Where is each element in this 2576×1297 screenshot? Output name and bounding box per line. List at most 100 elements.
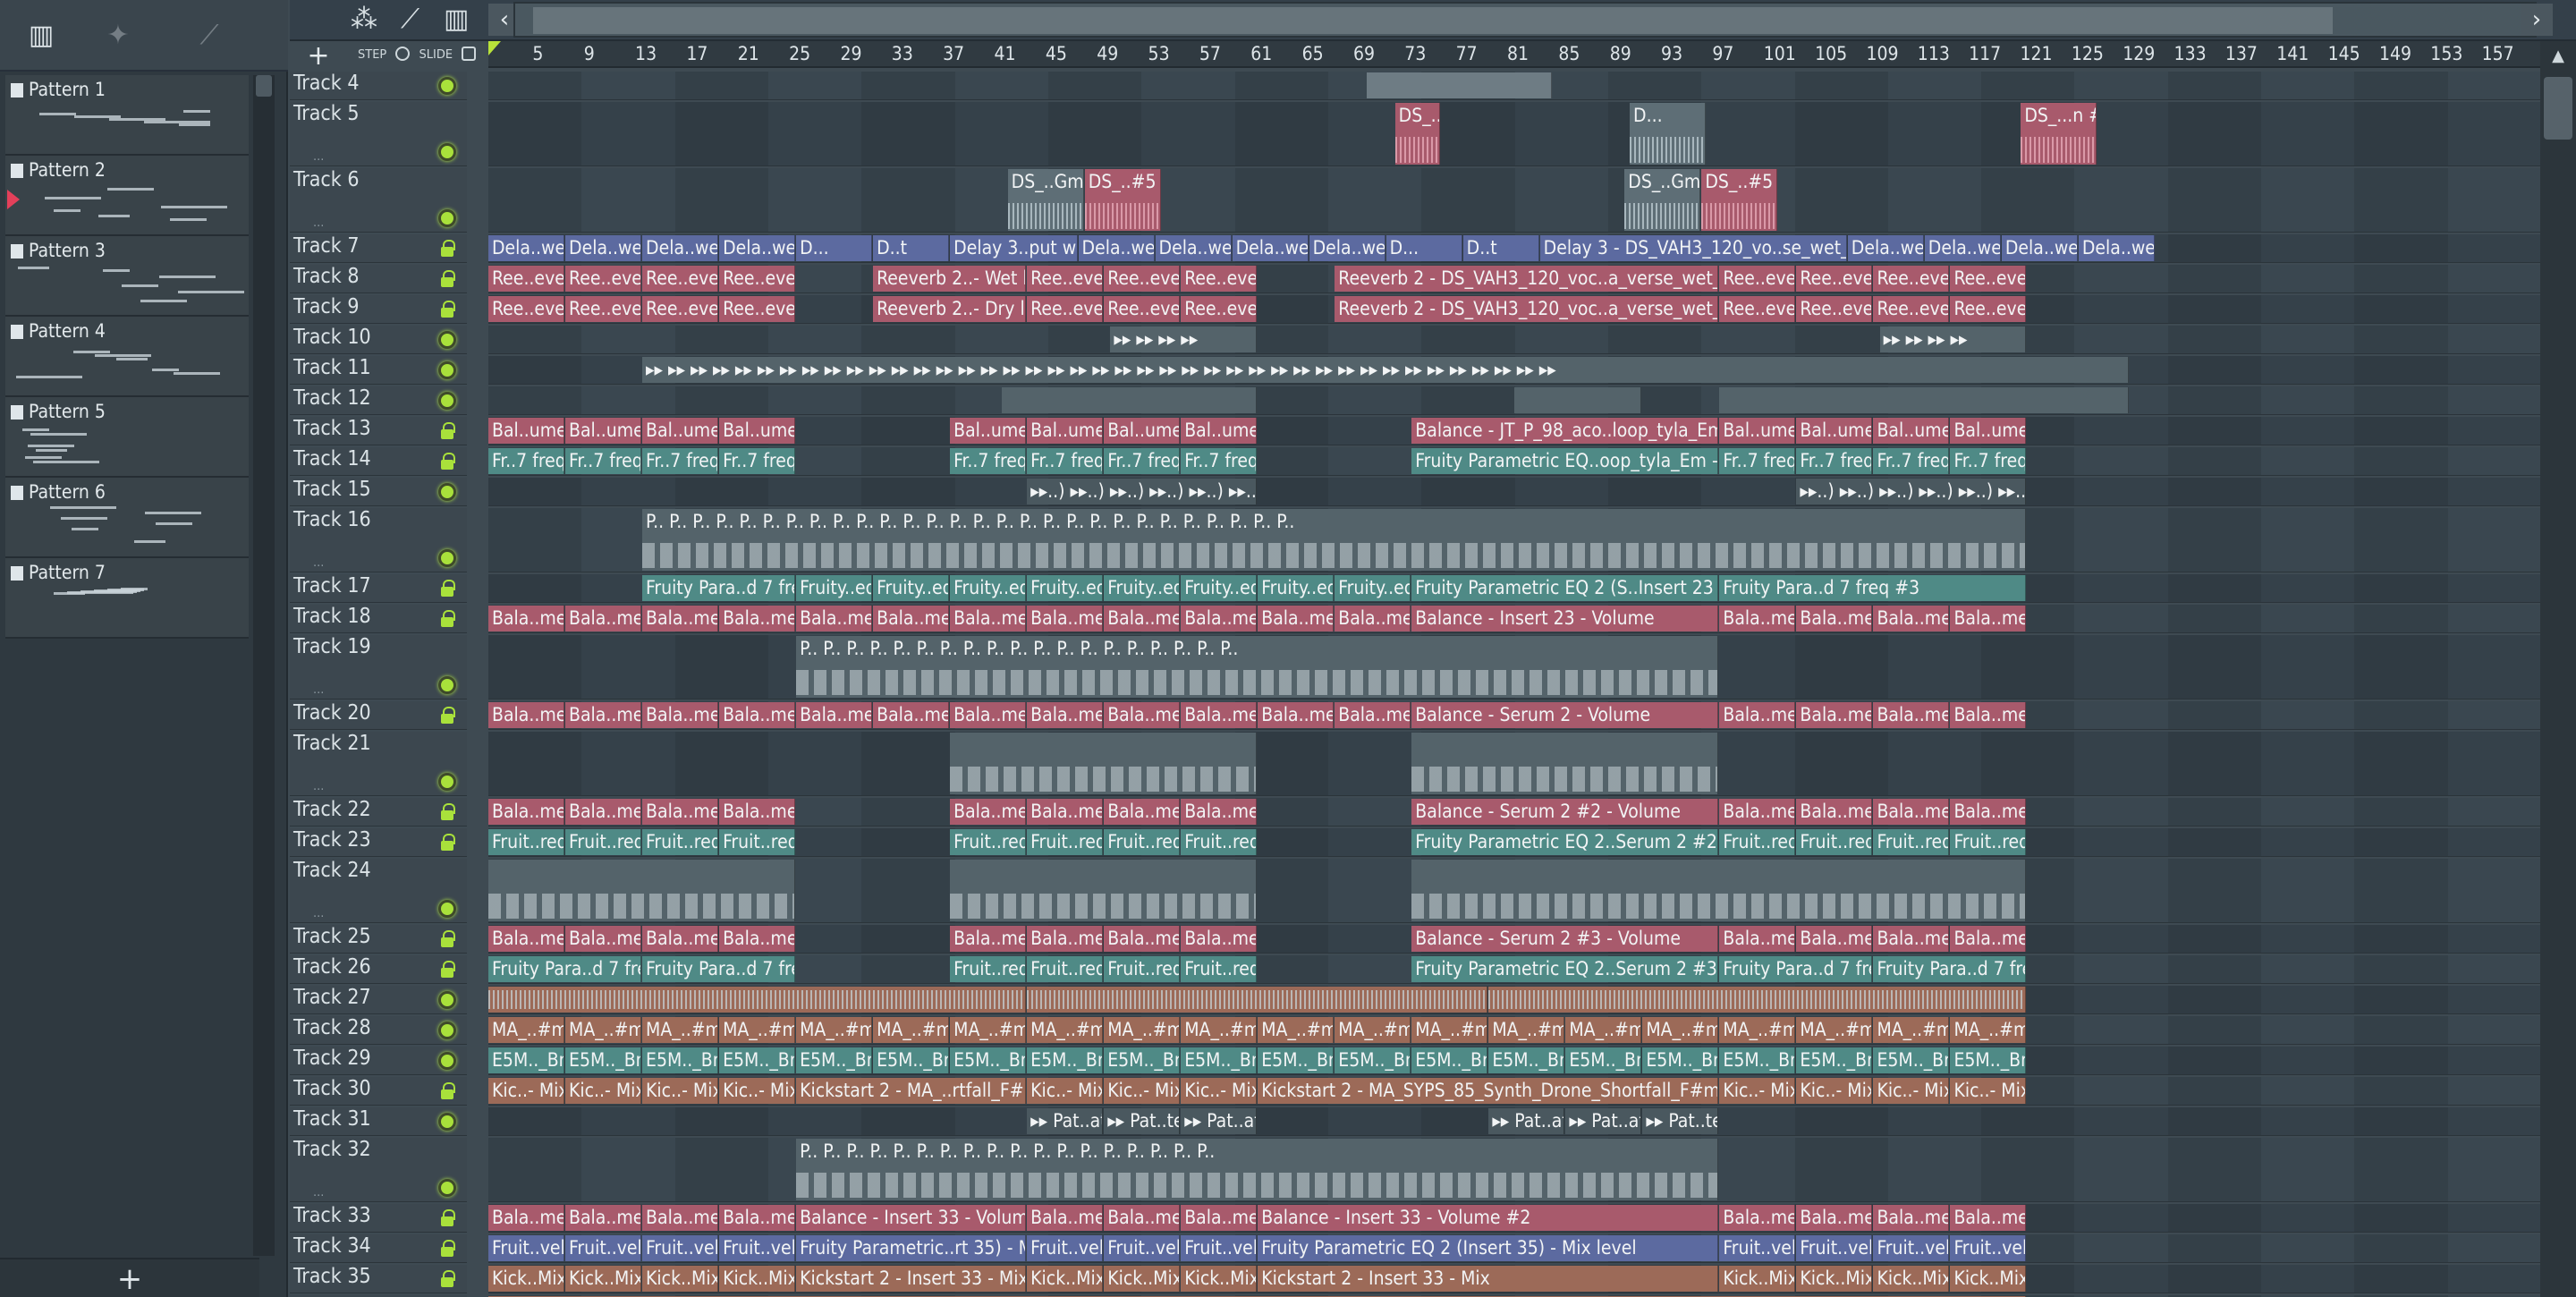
playlist-clip[interactable]: Fruit..vel (642, 1235, 719, 1261)
playlist-clip[interactable]: E5M.._Bm (1796, 1047, 1873, 1073)
playlist-clip[interactable]: MA_..#m (1488, 1017, 1565, 1043)
playlist-clip[interactable]: Ree..evel (1796, 296, 1873, 322)
playlist-clip[interactable]: Dela..wet (2078, 235, 2155, 261)
playlist-clip[interactable]: DS_..#5 (1084, 169, 1161, 231)
track-header[interactable]: Track 26 (290, 955, 467, 984)
playlist-clip[interactable]: ▸▸ ▸▸ ▸▸ ▸▸ (1110, 326, 1258, 352)
playlist-clip[interactable]: Ree..evel (488, 266, 565, 292)
playlist-clip[interactable]: Bala..me (565, 702, 642, 728)
playlist-clip[interactable]: Ree..evel (488, 296, 565, 322)
track-lane[interactable] (488, 72, 2540, 100)
playlist-clip[interactable]: Kick..Mix (565, 1266, 642, 1292)
playlist-clip[interactable]: D... (796, 235, 873, 261)
playlist-clip[interactable]: Fr..7 freq (565, 448, 642, 474)
track-header[interactable]: Track 34 (290, 1234, 467, 1263)
playlist-clip[interactable]: Bal..ume (1181, 418, 1258, 444)
playlist-clip[interactable]: Ree..evel (1181, 296, 1258, 322)
playlist-clip[interactable]: DS_..#5 (1701, 169, 1778, 231)
playlist-clip[interactable] (950, 860, 1258, 921)
track-header[interactable]: Track 11 (290, 356, 467, 385)
playlist-clip[interactable]: Bala..me (1027, 799, 1104, 825)
playlist-clip[interactable]: Bala..me (1873, 926, 1950, 952)
track-lane[interactable]: Bala..me Bala..me Bala..me Bala..me Bala..me… (488, 925, 2540, 954)
playlist-clip[interactable]: Bala..me (719, 799, 796, 825)
playlist-clip[interactable]: Bala..me (719, 926, 796, 952)
track-mute-led-icon[interactable] (438, 143, 456, 161)
playlist-clip[interactable]: Bala..me (488, 702, 565, 728)
playlist-clip[interactable]: E5M.._Bm (1104, 1047, 1181, 1073)
track-header[interactable]: Track 13 (290, 417, 467, 445)
track-lane[interactable]: Kic..- Mix Kic..- Mix Kic..- Mix Kic..- Mix… (488, 1077, 2540, 1106)
track-lane[interactable]: ▸▸ Pat..ated)▸▸ Pat..ted)▸▸ Pat..ated)▸▸… (488, 1107, 2540, 1136)
playlist-clip[interactable]: Bala..me (565, 926, 642, 952)
track-mute-led-icon[interactable] (438, 1052, 456, 1070)
playlist-clip[interactable]: Bala..me (642, 1205, 719, 1231)
track-header[interactable]: Track 14 (290, 447, 467, 476)
playlist-clip[interactable]: Bala..me (1796, 606, 1873, 632)
track-lane[interactable] (488, 859, 2540, 923)
playlist-clip[interactable]: Ree..evel (1719, 296, 1796, 322)
playlist-clip[interactable]: ▸▸..) ▸▸..) ▸▸..) ▸▸..) ▸▸..) ▸▸..) (1027, 479, 1258, 504)
playlist-clip[interactable]: Bala..me (1796, 799, 1873, 825)
playlist-clip[interactable]: Kick..Mix (1950, 1266, 2027, 1292)
playlist-clip[interactable]: ▸▸ Pat..ted) (1104, 1108, 1181, 1134)
playlist-clip[interactable]: Bala..me (1181, 702, 1258, 728)
playlist-clip[interactable]: Bala..me (1258, 606, 1335, 632)
playlist-clip[interactable]: Bala..me (1796, 702, 1873, 728)
playlist-clip[interactable]: Bala..me (1719, 926, 1796, 952)
playlist-clip[interactable]: Kic..- Mix (488, 1078, 565, 1104)
playlist-clip[interactable]: Fruit..vel (565, 1235, 642, 1261)
playlist-clip[interactable] (488, 860, 796, 921)
playlist-clip[interactable]: Fruit..vel (1796, 1235, 1873, 1261)
playlist-clip[interactable]: E5M.._Bm (1950, 1047, 2027, 1073)
track-header[interactable]: Track 7 (290, 234, 467, 263)
playlist-clip[interactable]: E5M.._Bm (719, 1047, 796, 1073)
track-header[interactable]: Track 27 (290, 986, 467, 1014)
playlist-clip[interactable]: Balance - Serum 2 #3 - Volume (1411, 926, 1719, 952)
playlist-clip[interactable]: MA_..#m (1411, 1017, 1488, 1043)
playlist-clip[interactable]: P.. P.. P.. P.. P.. P.. P.. P.. P.. P.. … (796, 1139, 1719, 1200)
playlist-clip[interactable]: Kick..Mix (488, 1266, 565, 1292)
playlist-clip[interactable]: E5M.._Bm (796, 1047, 873, 1073)
playlist-clip[interactable]: Bala..me (950, 606, 1027, 632)
playlist-clip[interactable]: Bala..me (1873, 702, 1950, 728)
timeline-ruler[interactable]: 5 9 13 17 21 25 29 33 37 41 45 49 53 57 61 65 69 73 77 81 85… (488, 41, 2540, 68)
track-header[interactable]: Track 12 (290, 386, 467, 415)
playlist-clip[interactable]: Bal..ume (1719, 418, 1796, 444)
playlist-clip[interactable]: E5M.._Bm (1027, 1047, 1104, 1073)
playlist-clip[interactable]: Bala..me (488, 606, 565, 632)
track-lane[interactable]: P.. P.. P.. P.. P.. P.. P.. P.. P.. P.. … (488, 508, 2540, 572)
playlist-clip[interactable]: Bal..ume (1873, 418, 1950, 444)
playlist-clip[interactable]: Fruit..vel (1027, 1235, 1104, 1261)
track-lock-icon[interactable] (438, 1082, 456, 1100)
playlist-clip[interactable]: Ree..evel (1719, 266, 1796, 292)
playlist-clip[interactable]: DS_...#6 (1394, 103, 1441, 165)
playlist-clip[interactable]: Fr..7 freq (719, 448, 796, 474)
playlist-clip[interactable]: Fruity Para..d 7 freq #3 (1719, 575, 2027, 601)
track-header[interactable]: Track 18 (290, 605, 467, 633)
track-lane[interactable]: ▸▸ ▸▸ ▸▸ ▸▸ ▸▸ ▸▸ ▸▸ ▸▸ ▸▸ ▸▸ ▸▸ ▸▸ ▸▸ ▸… (488, 356, 2540, 385)
playlist-clip[interactable]: Fr..7 freq (1796, 448, 1873, 474)
playlist-clip[interactable]: Fruit..req (642, 829, 719, 855)
playlist-clip[interactable]: ▸▸..) ▸▸..) ▸▸..) ▸▸..) ▸▸..) ▸▸..) (1796, 479, 2027, 504)
playlist-clip[interactable]: Bala..me (1104, 606, 1181, 632)
track-header[interactable]: Track 28 (290, 1016, 467, 1045)
playlist-clip[interactable] (950, 733, 1258, 794)
playlist-clip[interactable]: E5M.._Bm (1719, 1047, 1796, 1073)
track-lock-icon[interactable] (438, 1270, 456, 1288)
track-header[interactable]: Track 32... (290, 1138, 467, 1202)
playlist-clip[interactable]: Fruit..vel (1181, 1235, 1258, 1261)
playlist-clip[interactable]: Dela..wet (565, 235, 642, 261)
pattern-item[interactable]: Pattern 3 (5, 236, 249, 317)
track-header[interactable]: Track 5... (290, 102, 467, 166)
playlist-clip[interactable]: MA_..#m (1873, 1017, 1950, 1043)
playlist-clip[interactable] (1027, 987, 1488, 1013)
track-header[interactable]: Track 15 (290, 478, 467, 506)
playlist-clip[interactable]: Fruit..req (1181, 956, 1258, 982)
playlist-clip[interactable] (1001, 387, 1258, 413)
playlist-clip[interactable]: Kick..Mix (1104, 1266, 1181, 1292)
playlist-clip[interactable]: D..t (873, 235, 950, 261)
picker-scrollbar[interactable] (253, 75, 275, 1256)
track-lane[interactable]: DS_..GminDS_..#5DS_..GminDS_..#5 (488, 168, 2540, 233)
playlist-clip[interactable]: Bala..me (488, 1205, 565, 1231)
